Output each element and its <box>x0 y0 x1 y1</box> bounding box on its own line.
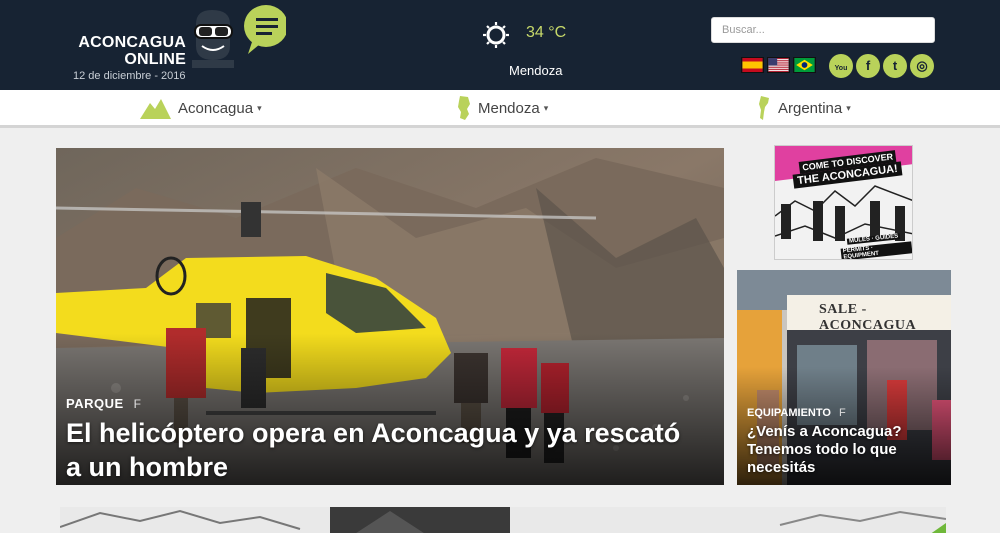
weather-temperature: 34 °C <box>526 24 567 41</box>
card-category-label: EQUIPAMIENTO <box>747 407 831 419</box>
twitter-icon[interactable]: t <box>883 54 907 78</box>
next-article-strip[interactable] <box>60 507 946 533</box>
current-date: 12 de diciembre - 2016 <box>73 70 186 82</box>
logo-text: ACONCAGUA ONLINE <box>74 34 186 68</box>
logo-mascot-icon <box>192 5 286 68</box>
youtube-icon[interactable]: You <box>829 54 853 78</box>
mountain-icon <box>140 99 171 119</box>
facebook-share-icon[interactable]: f <box>839 407 846 419</box>
logo-line1: ACONCAGUA <box>78 34 186 51</box>
aconcagua-ad-banner[interactable]: COME TO DISCOVER THE ACONCAGUA! MULES · … <box>774 145 913 260</box>
chevron-down-icon: ▾ <box>846 102 851 113</box>
store-sign: SALE - ACONCAGUA <box>819 302 917 333</box>
nav-label-aconcagua: Aconcagua <box>178 99 254 117</box>
brazil-flag-icon[interactable] <box>793 57 816 73</box>
argentina-map-icon <box>759 96 769 120</box>
spain-flag-icon[interactable] <box>741 57 764 73</box>
nav-item-argentina[interactable]: Argentina ▾ <box>757 90 851 126</box>
hero-category[interactable]: PARQUE f <box>66 396 142 411</box>
card-title[interactable]: ¿Venís a Aconcagua? Tenemos todo lo que … <box>747 423 943 477</box>
twitter-glyph: t <box>892 58 898 73</box>
next-article-image <box>60 507 946 533</box>
site-header: ACONCAGUA ONLINE 12 de diciembre - 2016 <box>0 0 1000 90</box>
mendoza-map-icon <box>458 96 470 120</box>
chevron-down-icon: ▾ <box>257 102 262 113</box>
nav-label-mendoza: Mendoza <box>478 99 540 117</box>
youtube-glyph: You <box>834 65 848 72</box>
nav-item-mendoza[interactable]: Mendoza ▾ <box>457 90 548 126</box>
weather-widget: 34 °C Mendoza <box>483 20 583 80</box>
search-input[interactable] <box>711 17 935 43</box>
sun-icon <box>483 22 509 48</box>
facebook-icon[interactable]: f <box>856 54 880 78</box>
nav-label-argentina: Argentina <box>778 99 843 117</box>
usa-flag-icon[interactable] <box>767 57 790 73</box>
instagram-glyph: ◎ <box>916 58 928 73</box>
main-nav: Aconcagua ▾ Mendoza ▾ Argentina ▾ <box>0 90 1000 128</box>
chevron-down-icon: ▾ <box>543 102 549 113</box>
site-logo[interactable]: ACONCAGUA ONLINE 12 de diciembre - 2016 <box>70 4 286 86</box>
weather-city: Mendoza <box>509 63 563 78</box>
facebook-glyph: f <box>865 58 871 73</box>
featured-article[interactable]: PARQUE f El helicóptero opera en Aconcag… <box>56 148 724 485</box>
card-category[interactable]: EQUIPAMIENTO f <box>747 407 846 419</box>
hero-title[interactable]: El helicóptero opera en Aconcagua y ya r… <box>66 416 686 484</box>
logo-line2: ONLINE <box>124 51 186 68</box>
nav-item-aconcagua[interactable]: Aconcagua ▾ <box>140 90 262 126</box>
hero-category-label: PARQUE <box>66 396 124 411</box>
instagram-icon[interactable]: ◎ <box>910 54 934 78</box>
facebook-share-icon[interactable]: f <box>134 397 142 411</box>
article-card[interactable]: SALE - ACONCAGUA EQUIPAMIENTO f ¿Venís a… <box>737 270 951 485</box>
